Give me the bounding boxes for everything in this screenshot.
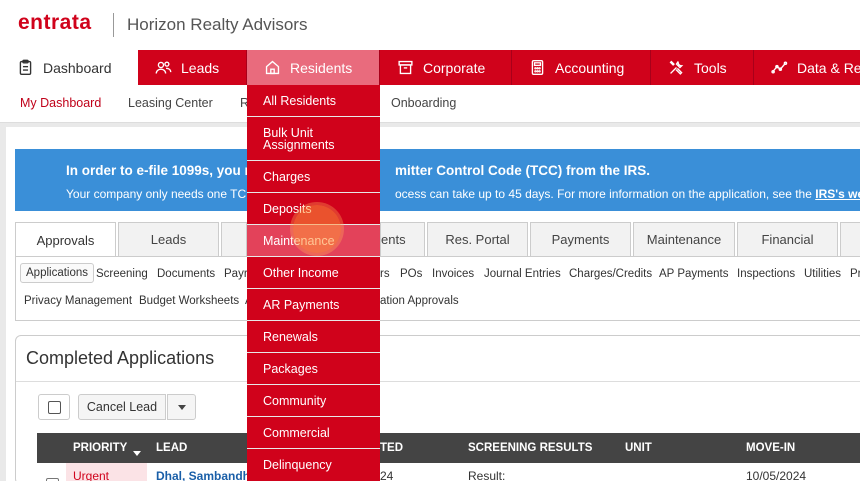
menu-item-ar-payments[interactable]: AR Payments [247,289,380,321]
banner-line1-right: mitter Control Code (TCC) from the IRS. [395,163,650,178]
entrata-logo[interactable]: entrata [18,11,92,35]
nav-tab-accounting[interactable]: Accounting [512,50,651,85]
menu-item-bulk-unit-assignments[interactable]: Bulk Unit Assignments [247,117,380,161]
col-screening-results[interactable]: SCREENING RESULTS [468,442,592,454]
menu-item-delinquency[interactable]: Delinquency [247,449,380,481]
nav-tab-label: Corporate [423,59,486,76]
nav-tab-label: Tools [694,59,727,76]
menu-item-all-residents[interactable]: All Residents [247,85,380,117]
panel-title: Completed Applications [26,348,215,368]
chevron-down-icon [177,404,186,410]
menu-item-packages[interactable]: Packages [247,353,380,385]
tab-partial-ents[interactable]: ents [380,222,425,256]
row-lead-name[interactable]: Dhal, Sambandh [156,469,250,481]
nav-tab-corporate[interactable]: Corporate [380,50,512,85]
nav-tab-label: Dashboard [43,59,112,76]
irs-tcc-banner: In order to e-file 1099s, you m mitter C… [15,149,860,211]
tab-approvals[interactable]: Approvals [15,222,116,257]
table-row[interactable]: Urgent Dhal, Sambandh 24 Result: 10/05/2… [37,463,860,481]
cancel-lead-button[interactable]: Cancel Lead [78,394,166,420]
menu-item-commercial[interactable]: Commercial [247,417,380,449]
table-header: PRIORITY LEAD TED SCREENING RESULTS UNIT… [37,433,860,463]
banner-line1-left: In order to e-file 1099s, you m [66,163,257,178]
nav-tab-label: Residents [290,59,353,76]
tab-payments[interactable]: Payments [530,222,631,256]
filter-documents[interactable]: Documents [157,268,215,280]
home-icon [265,60,280,75]
menu-item-community[interactable]: Community [247,385,380,417]
residents-dropdown-menu: All Residents Bulk Unit Assignments Char… [247,85,380,481]
row-date: 24 [380,469,394,481]
tab-maintenance[interactable]: Maintenance [633,222,735,256]
header-divider [113,13,114,37]
col-created-partial[interactable]: TED [380,442,403,454]
irs-website-link[interactable]: IRS's webs [815,187,860,201]
filter-ation-approvals[interactable]: ation Approvals [380,295,459,307]
filter-invoices[interactable]: Invoices [432,268,474,280]
col-lead[interactable]: LEAD [156,442,187,454]
bulk-actions-dropdown-button[interactable] [167,394,196,420]
users-icon [155,61,172,74]
checkbox-square [48,401,61,414]
archive-icon [398,60,413,75]
filter-ap-payments[interactable]: AP Payments [659,268,728,280]
sub-nav: My Dashboard Leasing Center R Onboarding [0,85,860,123]
nav-tab-dashboard[interactable]: Dashboard [0,50,138,85]
row-priority-text: Urgent [73,469,110,481]
nav-tab-residents[interactable]: Residents [247,50,380,85]
tools-icon [669,60,684,75]
col-unit[interactable]: UNIT [625,442,652,454]
filter-partial-rs[interactable]: rs [380,268,390,280]
menu-item-maintenance[interactable]: Maintenance [247,225,380,257]
banner-line2-text: ocess can take up to 45 days. For more i… [395,187,816,201]
filter-privacy-management[interactable]: Privacy Management [24,295,132,307]
filter-partial-pr[interactable]: Pr [850,268,860,280]
subnav-leasing-center[interactable]: Leasing Center [128,96,213,110]
chart-line-icon [771,61,788,74]
calculator-icon [531,60,544,75]
tab-financial[interactable]: Financial [737,222,838,256]
nav-tab-label: Leads [181,59,220,76]
select-all-checkbox[interactable] [38,394,70,420]
row-move-in: 10/05/2024 [746,469,807,481]
filter-charges-credits[interactable]: Charges/Credits [569,268,652,280]
col-priority[interactable]: PRIORITY [73,442,142,456]
filter-budget-worksheets[interactable]: Budget Worksheets [139,295,239,307]
main-nav: Dashboard Leads Residents Corporate Acco… [0,50,860,85]
filter-screening[interactable]: Screening [96,268,148,280]
top-bar: entrata Horizon Realty Advisors [0,0,860,50]
nav-tab-label: Accounting [555,59,625,76]
filter-applications[interactable]: Applications [20,263,95,283]
nav-tab-label: Data & Rep [797,59,860,76]
tab-partial-a[interactable]: A [221,222,247,256]
company-name: Horizon Realty Advisors [127,15,308,34]
nav-tab-data-reports[interactable]: Data & Rep [754,50,860,85]
banner-line2-right: ocess can take up to 45 days. For more i… [395,187,860,201]
filter-payr[interactable]: Payr [224,268,248,280]
subnav-onboarding[interactable]: Onboarding [391,96,456,110]
banner-line2-left: Your company only needs one TC [66,187,247,201]
filter-inspections[interactable]: Inspections [737,268,795,280]
row-screening: Result: [468,469,506,481]
menu-item-deposits[interactable]: Deposits [247,193,380,225]
subnav-my-dashboard[interactable]: My Dashboard [20,96,101,110]
tab-overflow[interactable] [840,222,860,256]
filter-pos[interactable]: POs [400,268,422,280]
tab-res-portal[interactable]: Res. Portal [427,222,528,256]
menu-item-charges[interactable]: Charges [247,161,380,193]
panel-divider [16,381,860,382]
filter-journal-entries[interactable]: Journal Entries [484,268,561,280]
sort-caret-icon [133,451,142,456]
menu-item-renewals[interactable]: Renewals [247,321,380,353]
menu-item-other-income[interactable]: Other Income [247,257,380,289]
col-priority-label: PRIORITY [73,442,128,454]
filter-utilities[interactable]: Utilities [804,268,841,280]
col-move-in[interactable]: MOVE-IN [746,442,795,454]
nav-tab-leads[interactable]: Leads [138,50,247,85]
nav-tab-tools[interactable]: Tools [651,50,754,85]
tab-leads[interactable]: Leads [118,222,219,256]
filter-box [15,257,860,321]
clipboard-icon [19,59,32,75]
